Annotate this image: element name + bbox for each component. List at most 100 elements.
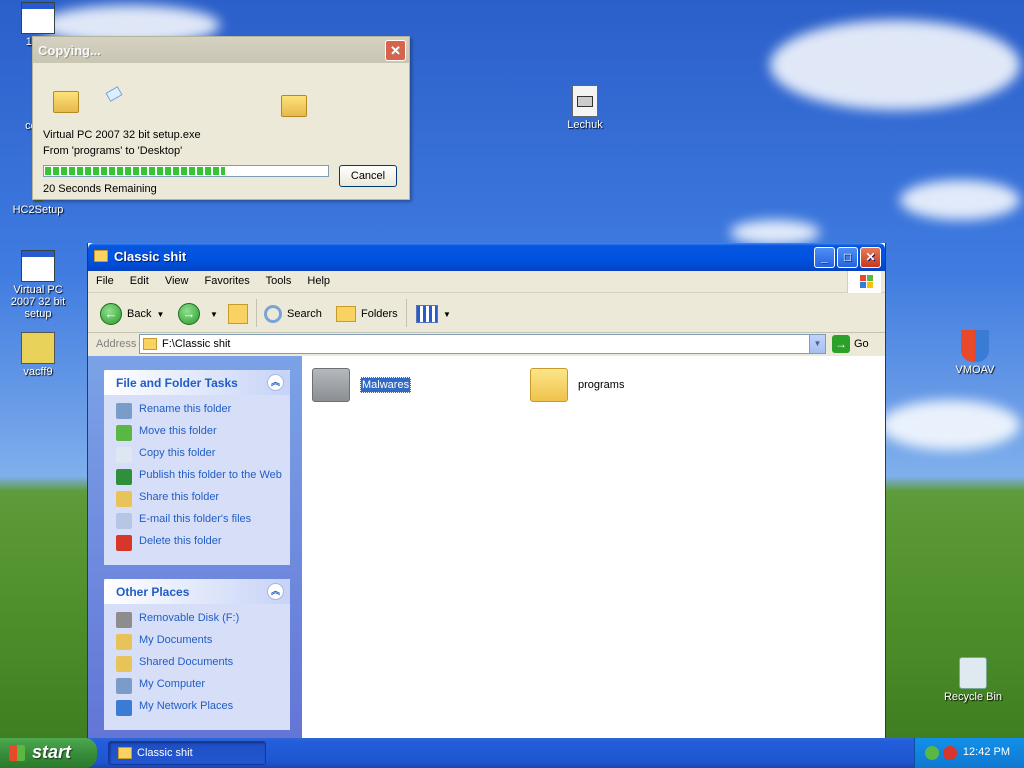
- panel-title: File and Folder Tasks: [116, 376, 238, 390]
- start-button[interactable]: start: [0, 738, 97, 768]
- taskbar-window-label: Classic shit: [137, 747, 193, 759]
- folder-name: Malwares: [360, 377, 412, 393]
- copy-progress-bar: [43, 165, 329, 177]
- views-button[interactable]: ▼: [416, 302, 451, 326]
- task-link[interactable]: Share this folder: [116, 491, 282, 507]
- security-shield-icon[interactable]: [943, 746, 957, 760]
- explorer-titlebar[interactable]: Classic shit _ □ ✕: [88, 243, 885, 271]
- desktop-icon-7[interactable]: VMOAV: [937, 330, 1013, 376]
- folder-item-programs[interactable]: programs: [530, 368, 624, 402]
- task-link[interactable]: E-mail this folder's files: [116, 513, 282, 529]
- desktop-icon-5[interactable]: vacff9: [0, 332, 76, 378]
- task-link[interactable]: Publish this folder to the Web: [116, 469, 282, 485]
- task-label: Shared Documents: [139, 656, 234, 668]
- desktop-icon-recycle-bin[interactable]: Recycle Bin: [935, 657, 1011, 703]
- task-link[interactable]: Rename this folder: [116, 403, 282, 419]
- copy-progress-fill: [45, 167, 226, 175]
- cancel-button[interactable]: Cancel: [339, 165, 397, 187]
- back-button[interactable]: ← Back ▼: [100, 302, 164, 326]
- close-icon[interactable]: ✕: [385, 40, 406, 61]
- shield-icon: [961, 330, 989, 362]
- other-places-panel: Other Places ︽ Removable Disk (F:) My Doc…: [104, 579, 290, 730]
- task-label: Share this folder: [139, 491, 220, 503]
- panel-header[interactable]: Other Places ︽: [104, 579, 290, 604]
- network-tray-icon[interactable]: [925, 746, 939, 760]
- folders-button[interactable]: Folders: [336, 302, 398, 326]
- copy-animation: [43, 69, 399, 127]
- computer-icon: [116, 678, 132, 694]
- time-remaining: 20 Seconds Remaining: [43, 183, 157, 195]
- address-label: Address: [96, 338, 137, 350]
- move-icon: [116, 425, 132, 441]
- source-folder-icon: [53, 91, 79, 113]
- close-button[interactable]: ✕: [860, 247, 881, 268]
- cloud: [770, 20, 1020, 110]
- folder-item-malwares[interactable]: Malwares: [312, 368, 412, 402]
- network-icon: [116, 700, 132, 716]
- task-label: Removable Disk (F:): [139, 612, 240, 624]
- task-link[interactable]: My Network Places: [116, 700, 282, 716]
- desktop-icon-4[interactable]: Virtual PC 2007 32 bit setup: [0, 250, 76, 320]
- chevron-down-icon[interactable]: ▼: [156, 310, 164, 319]
- menu-favorites[interactable]: Favorites: [205, 275, 250, 287]
- menu-file[interactable]: File: [96, 275, 114, 287]
- task-link[interactable]: My Documents: [116, 634, 282, 650]
- copy-filename: Virtual PC 2007 32 bit setup.exe: [43, 129, 201, 141]
- chevron-down-icon[interactable]: ▼: [809, 335, 825, 353]
- back-arrow-icon: ←: [100, 303, 122, 325]
- menu-edit[interactable]: Edit: [130, 275, 149, 287]
- globe-icon: [116, 469, 132, 485]
- go-label: Go: [854, 338, 869, 350]
- toolbar-separator: [406, 299, 407, 327]
- minimize-button[interactable]: _: [814, 247, 835, 268]
- window-icon: [21, 250, 55, 282]
- copy-dialog-titlebar[interactable]: Copying... ✕: [33, 37, 409, 63]
- search-button[interactable]: Search: [264, 302, 322, 326]
- go-button[interactable]: → Go: [832, 335, 869, 353]
- task-label: Delete this folder: [139, 535, 222, 547]
- up-button[interactable]: [228, 302, 248, 326]
- task-link[interactable]: Move this folder: [116, 425, 282, 441]
- back-label: Back: [127, 308, 152, 320]
- views-icon: [416, 305, 438, 323]
- menu-bar: File Edit View Favorites Tools Help: [88, 271, 885, 293]
- folder-up-icon: [228, 304, 248, 324]
- task-link[interactable]: My Computer: [116, 678, 282, 694]
- destination-folder-icon: [281, 95, 307, 117]
- task-link[interactable]: Delete this folder: [116, 535, 282, 551]
- forward-arrow-icon: →: [178, 303, 200, 325]
- cloud: [880, 400, 1020, 450]
- chevron-down-icon: ▼: [443, 309, 451, 319]
- copy-from-to: From 'programs' to 'Desktop': [43, 145, 183, 157]
- taskbar-window-button[interactable]: Classic shit: [108, 741, 266, 765]
- menu-tools[interactable]: Tools: [266, 275, 292, 287]
- panel-body: Removable Disk (F:) My Documents Shared Do…: [104, 604, 290, 730]
- collapse-icon[interactable]: ︽: [267, 374, 284, 391]
- search-label: Search: [287, 308, 322, 320]
- maximize-button[interactable]: □: [837, 247, 858, 268]
- search-icon: [264, 305, 282, 323]
- address-input[interactable]: F:\Classic shit ▼: [139, 334, 826, 354]
- archive-icon: [21, 332, 55, 364]
- copy-icon: [116, 447, 132, 463]
- menu-help[interactable]: Help: [307, 275, 330, 287]
- panel-title: Other Places: [116, 585, 190, 599]
- task-link[interactable]: Copy this folder: [116, 447, 282, 463]
- email-icon: [116, 513, 132, 529]
- menu-view[interactable]: View: [165, 275, 189, 287]
- chevron-down-icon[interactable]: ▼: [210, 310, 218, 319]
- desktop-icon-6[interactable]: Lechuk: [547, 85, 623, 131]
- explorer-window: Classic shit _ □ ✕ File Edit View Favori…: [87, 243, 886, 740]
- task-link[interactable]: Shared Documents: [116, 656, 282, 672]
- desktop-icon-label: Virtual PC 2007 32 bit setup: [10, 284, 66, 320]
- forward-button[interactable]: → ▼: [178, 302, 218, 326]
- panel-header[interactable]: File and Folder Tasks ︽: [104, 370, 290, 395]
- desktop-icon-label: Recycle Bin: [943, 691, 1003, 703]
- folder-content-area[interactable]: Malwares programs: [302, 356, 885, 739]
- rename-icon: [116, 403, 132, 419]
- task-link[interactable]: Removable Disk (F:): [116, 612, 282, 628]
- task-label: My Documents: [139, 634, 213, 646]
- toolbar: ← Back ▼ → ▼ Search Folders ▼: [88, 293, 885, 333]
- collapse-icon[interactable]: ︽: [267, 583, 284, 600]
- clock[interactable]: 12:42 PM: [963, 746, 1010, 758]
